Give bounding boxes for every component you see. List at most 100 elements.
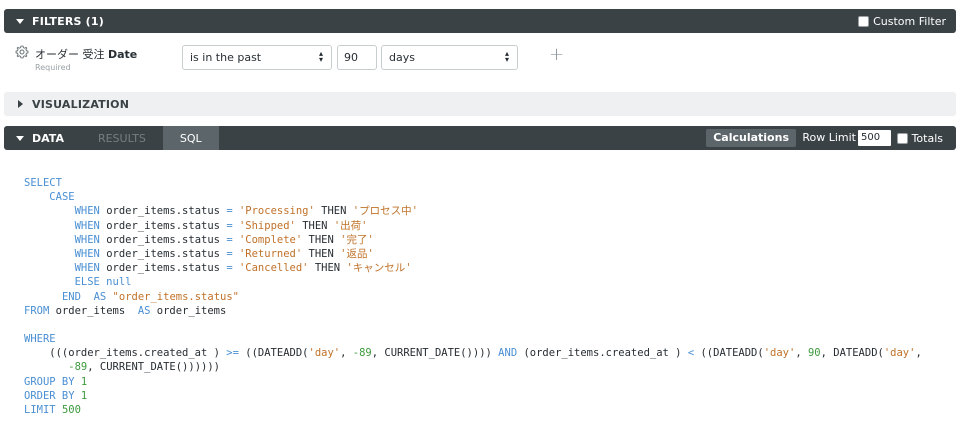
- sql-token: WHEN: [74, 247, 100, 260]
- add-filter-icon[interactable]: +: [549, 45, 564, 65]
- sql-token: 'プロセス中': [352, 205, 418, 218]
- sql-line: WHEN order_items.status = 'Shipped' THEN…: [24, 219, 922, 233]
- tab-sql[interactable]: SQL: [162, 126, 219, 150]
- filter-value-input[interactable]: 90: [337, 45, 377, 70]
- sql-token: ,: [795, 347, 808, 360]
- filter-operator-select[interactable]: is in the past ▴ ▾: [182, 45, 332, 70]
- sql-token: WHEN: [74, 205, 100, 218]
- sql-line: ELSE null: [24, 275, 922, 289]
- sql-line: [24, 318, 922, 332]
- select-arrows-icon: ▴ ▾: [318, 49, 323, 64]
- sql-token: THEN: [302, 247, 341, 260]
- sql-token: AS: [93, 290, 107, 303]
- sql-line: WHERE: [24, 332, 922, 346]
- data-section-header: DATA RESULTS SQL Calculations Row Limit …: [4, 126, 956, 150]
- sql-token: 'Returned': [238, 247, 303, 260]
- caret-right-icon: [18, 100, 23, 108]
- sql-token: 'キャンセル': [346, 262, 412, 275]
- sql-token: ((DATEADD(: [694, 347, 764, 360]
- sql-line: -89, CURRENT_DATE()))))): [24, 360, 922, 374]
- filters-section-header[interactable]: FILTERS (1) Custom Filter: [4, 9, 956, 33]
- tab-results[interactable]: RESULTS: [81, 126, 163, 150]
- visualization-section-header[interactable]: VISUALIZATION: [4, 92, 956, 116]
- sql-line: LIMIT 500: [24, 403, 922, 417]
- sql-token: 1: [80, 389, 88, 402]
- filter-field-view: オーダー 受注: [35, 48, 105, 61]
- sql-token: order_items: [49, 304, 138, 317]
- sql-token: '返品': [340, 247, 374, 260]
- sql-token: ,: [340, 347, 353, 360]
- sql-line: WHEN order_items.status = 'Returned' THE…: [24, 247, 922, 261]
- sql-token: ELSE null: [74, 276, 132, 289]
- custom-filter-toggle[interactable]: Custom Filter: [858, 9, 946, 33]
- sql-token: 'day': [308, 347, 341, 360]
- row-limit-input[interactable]: 500: [858, 130, 891, 146]
- sql-token: >=: [226, 347, 239, 360]
- filters-title: FILTERS (1): [32, 14, 104, 28]
- row-limit-label: Row Limit: [802, 131, 856, 144]
- sql-token: WHEN: [74, 233, 100, 246]
- calculations-button[interactable]: Calculations: [706, 129, 796, 147]
- sql-token: order_items.status: [99, 262, 227, 275]
- sql-token: '完了': [340, 233, 374, 246]
- filter-field-label: Date: [108, 48, 138, 61]
- sql-token: WHEN: [74, 262, 100, 275]
- custom-filter-label: Custom Filter: [873, 14, 946, 28]
- tab-data[interactable]: DATA: [32, 126, 81, 150]
- sql-token: , DATEADD(: [820, 347, 884, 360]
- sql-line: GROUP BY 1: [24, 375, 922, 389]
- sql-token: LIMIT: [24, 404, 56, 416]
- sql-line: SELECT: [24, 176, 922, 190]
- sql-token: order_items.status: [99, 205, 227, 218]
- sql-token: 1: [80, 375, 88, 388]
- sql-token: AS: [137, 304, 151, 317]
- sql-token: AND: [498, 347, 518, 360]
- sql-line: (((order_items.created_at ) >= ((DATEADD…: [24, 346, 922, 360]
- totals-toggle[interactable]: Totals: [896, 126, 943, 150]
- sql-token: (((order_items.created_at ): [24, 347, 227, 360]
- filter-unit-select[interactable]: days ▴ ▾: [381, 45, 518, 70]
- sql-token: '出荷': [333, 219, 368, 232]
- gear-icon[interactable]: [15, 45, 29, 59]
- sql-token: (order_items.created_at ): [517, 347, 688, 360]
- sql-token: 'Processing': [238, 205, 315, 218]
- filter-operator-value: is in the past: [190, 51, 262, 64]
- filter-row: オーダー 受注 Date Required is in the past ▴ ▾ …: [4, 42, 956, 82]
- caret-down-icon[interactable]: [16, 135, 24, 141]
- select-arrows-icon: ▴ ▾: [504, 49, 509, 64]
- sql-line: FROM order_items AS order_items: [24, 304, 922, 318]
- sql-line: WHEN order_items.status = 'Cancelled' TH…: [24, 261, 922, 275]
- caret-down-icon: [16, 18, 24, 24]
- sql-token: ORDER BY: [24, 389, 75, 402]
- sql-token: THEN: [308, 262, 347, 275]
- sql-line: WHEN order_items.status = 'Processing' T…: [24, 204, 922, 218]
- custom-filter-checkbox[interactable]: [858, 15, 870, 27]
- sql-token: WHEN: [74, 219, 100, 232]
- sql-token: SELECT: [24, 177, 62, 189]
- sql-token: END: [61, 290, 81, 303]
- sql-line: CASE: [24, 190, 922, 204]
- sql-token: THEN: [295, 219, 334, 232]
- sql-line: ORDER BY 1: [24, 389, 922, 403]
- sql-token: 500: [61, 404, 81, 416]
- totals-checkbox[interactable]: [896, 132, 908, 144]
- sql-token: order_items: [150, 304, 227, 317]
- sql-token: -89: [68, 361, 88, 374]
- filter-field-name: オーダー 受注 Date: [35, 46, 137, 62]
- sql-token: 'Cancelled': [238, 262, 309, 275]
- sql-token: order_items.status: [99, 247, 227, 260]
- sql-token: CASE: [49, 191, 75, 204]
- sql-token: 'day': [883, 347, 916, 360]
- sql-token: THEN: [302, 233, 341, 246]
- sql-token: -89: [352, 347, 372, 360]
- sql-token: order_items.status: [99, 219, 227, 232]
- sql-token: ((DATEADD(: [238, 347, 309, 360]
- sql-line: WHEN order_items.status = 'Complete' THE…: [24, 233, 922, 247]
